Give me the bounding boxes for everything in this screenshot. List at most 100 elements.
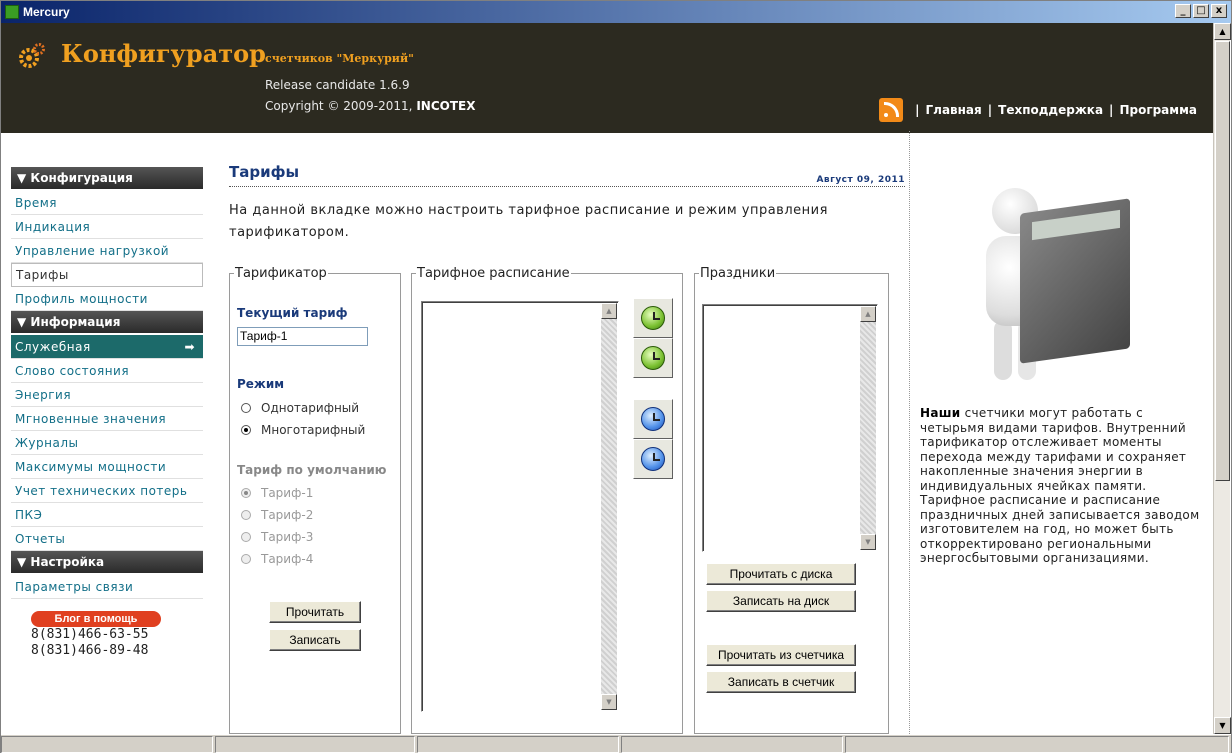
default-tariff-1-radio[interactable]: Тариф-1 (241, 486, 313, 500)
scroll-down-icon[interactable]: ▼ (860, 534, 876, 550)
clock-refresh-icon (641, 346, 665, 370)
scroll-down-icon[interactable]: ▼ (1214, 717, 1231, 734)
nav-separator: | (915, 103, 920, 117)
radio-label: Тариф-2 (261, 508, 314, 522)
status-cell (621, 736, 843, 753)
current-tariff-field[interactable]: Тариф-1 (237, 327, 368, 346)
clock-blue-refresh-icon (641, 447, 665, 471)
sidebar-item-journals[interactable]: Журналы (11, 431, 203, 455)
info-bold: Наши (920, 406, 961, 420)
radio-label: Тариф-1 (261, 486, 314, 500)
info-text: счетчики могут работать с четырьмя видам… (920, 406, 1200, 565)
holidays-list[interactable]: ▲ ▼ (702, 304, 878, 552)
app-subtitle: счетчиков "Меркурий" (265, 52, 414, 65)
window-scrollbar[interactable]: ▲ ▼ (1213, 23, 1231, 734)
window-controls: _ □ x (1175, 4, 1227, 18)
sidebar-item-reports[interactable]: Отчеты (11, 527, 203, 551)
arrow-right-icon: ➡ (184, 339, 195, 354)
mode-multi-radio[interactable]: Многотарифный (241, 423, 365, 437)
holidays-legend: Праздники (700, 266, 776, 281)
radio-dot (241, 488, 251, 498)
sidebar-item-energy[interactable]: Энергия (11, 383, 203, 407)
sidebar-item-connection[interactable]: Параметры связи (11, 575, 203, 599)
radio-dot (241, 403, 251, 413)
sidebar-item-service[interactable]: Служебная ➡ (11, 335, 203, 359)
clock-add-icon (641, 306, 665, 330)
calculator-man-illustration (952, 180, 1154, 384)
nav-program-link[interactable]: Программа (1119, 103, 1197, 117)
radio-dot (241, 554, 251, 564)
sidebar-item-pke[interactable]: ПКЭ (11, 503, 203, 527)
sidebar-section-settings[interactable]: ▼ Настройка (11, 551, 203, 573)
close-button[interactable]: x (1211, 4, 1227, 18)
write-disk-button[interactable]: Записать на диск (706, 590, 856, 612)
schedule-list[interactable]: ▲ ▼ (421, 301, 619, 712)
sidebar-item-load-control[interactable]: Управление нагрузкой (11, 239, 203, 263)
write-meter-button[interactable]: Записать в счетчик (706, 671, 856, 693)
status-cell (215, 736, 415, 753)
copyright-company: INCOTEX (416, 99, 476, 113)
main-area: Тарифы Август 09, 2011 На данной вкладке… (229, 163, 909, 240)
sidebar-item-tariffs[interactable]: Тарифы (11, 263, 203, 287)
holidays-scrollbar[interactable]: ▲ ▼ (860, 306, 876, 550)
clock-blue-button[interactable] (633, 399, 673, 439)
clock-blue-refresh-button[interactable] (633, 439, 673, 479)
blog-button[interactable]: Блог в помощь (31, 611, 161, 627)
nav-support-link[interactable]: Техподдержка (998, 103, 1103, 117)
radio-dot (241, 510, 251, 520)
scroll-up-icon[interactable]: ▲ (1214, 23, 1231, 40)
write-button[interactable]: Записать (269, 629, 361, 651)
radio-dot (241, 425, 251, 435)
maximize-button[interactable]: □ (1193, 4, 1209, 18)
clock-blue-icon (641, 407, 665, 431)
rss-icon[interactable] (879, 98, 904, 122)
default-tariff-4-radio[interactable]: Тариф-4 (241, 552, 313, 566)
mode-single-radio[interactable]: Однотарифный (241, 401, 359, 415)
radio-label: Тариф-3 (261, 530, 314, 544)
schedule-scrollbar[interactable]: ▲ ▼ (601, 303, 617, 710)
default-tariff-label: Тариф по умолчанию (237, 463, 387, 477)
clock-refresh-button[interactable] (633, 338, 673, 378)
phone-number: 8(831)466-63-55 (31, 627, 149, 642)
sidebar-item-power-max[interactable]: Максимумы мощности (11, 455, 203, 479)
gears-logo-icon (19, 43, 45, 68)
radio-dot (241, 532, 251, 542)
release-info: Release candidate 1.6.9 (265, 78, 410, 92)
scroll-up-icon[interactable]: ▲ (860, 306, 876, 322)
status-cell (1, 736, 213, 753)
read-disk-button[interactable]: Прочитать с диска (706, 563, 856, 585)
clock-add-button[interactable] (633, 298, 673, 338)
default-tariff-3-radio[interactable]: Тариф-3 (241, 530, 313, 544)
mode-label: Режим (237, 377, 285, 391)
default-tariff-2-radio[interactable]: Тариф-2 (241, 508, 313, 522)
intro-text: На данной вкладке можно настроить тарифн… (229, 203, 828, 240)
copyright-text: Copyright © 2009-2011, (265, 99, 417, 113)
scroll-down-icon[interactable]: ▼ (601, 694, 617, 710)
nav-separator: | (1109, 103, 1114, 117)
schedule-legend: Тарифное расписание (417, 266, 570, 281)
scrollbar-thumb[interactable] (1215, 41, 1230, 481)
sidebar-item-power-profile[interactable]: Профиль мощности (11, 287, 203, 311)
nav-home-link[interactable]: Главная (926, 103, 982, 117)
title-bar[interactable]: Mercury _ □ x (1, 1, 1231, 23)
sidebar: ▼ Конфигурация Время Индикация Управлени… (11, 167, 203, 659)
top-nav: | Главная | Техподдержка | Программа (879, 98, 1197, 122)
minimize-button[interactable]: _ (1175, 4, 1191, 18)
sidebar-section-config[interactable]: ▼ Конфигурация (11, 167, 203, 189)
read-meter-button[interactable]: Прочитать из счетчика (706, 644, 856, 666)
copyright: Copyright © 2009-2011, INCOTEX (265, 99, 475, 113)
radio-label: Многотарифный (261, 423, 366, 437)
sidebar-item-tech-losses[interactable]: Учет технических потерь (11, 479, 203, 503)
scroll-up-icon[interactable]: ▲ (601, 303, 617, 319)
info-panel: Наши счетчики могут работать с четырьмя … (909, 131, 1213, 734)
sidebar-section-info[interactable]: ▼ Информация (11, 311, 203, 333)
phone-number: 8(831)466-89-48 (31, 643, 149, 658)
sidebar-item-status-word[interactable]: Слово состояния (11, 359, 203, 383)
status-cell (845, 736, 1229, 753)
sidebar-item-instant-values[interactable]: Мгновенные значения (11, 407, 203, 431)
sidebar-item-time[interactable]: Время (11, 191, 203, 215)
current-tariff-label: Текущий тариф (237, 306, 348, 320)
sidebar-item-indication[interactable]: Индикация (11, 215, 203, 239)
read-button[interactable]: Прочитать (269, 601, 361, 623)
app-icon (5, 5, 19, 19)
